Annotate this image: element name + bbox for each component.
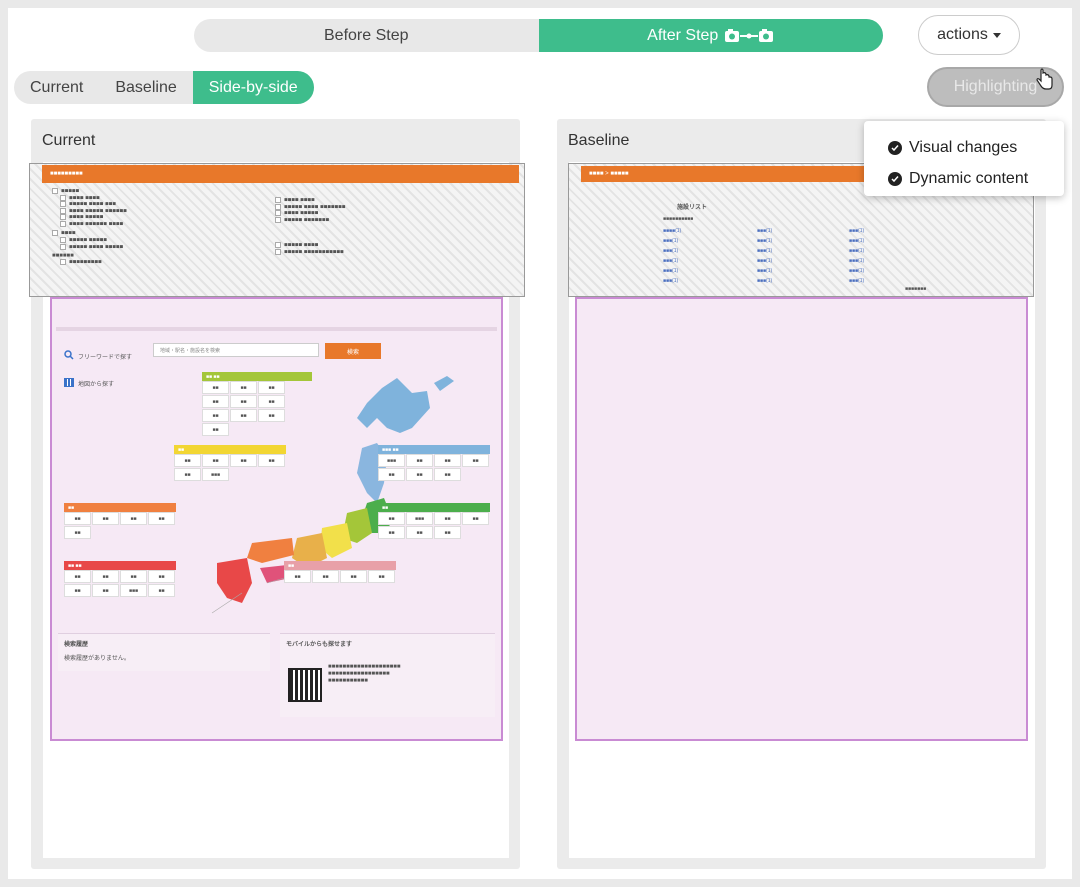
qr-code [288, 668, 322, 702]
check-circle-icon [888, 171, 902, 186]
search-icon [64, 347, 74, 365]
highlighting-menu: Visual changes Dynamic content [864, 121, 1064, 196]
region-tokai: ■■ ■■ ■■ ■■ ■■ ■■ ■■■ [174, 445, 286, 482]
region-chugoku: ■■ ■■ ■■ ■■ ■■ ■■ [64, 503, 176, 540]
link-column-3: ■■■(1) ■■■(1) ■■■(1) ■■■(1) ■■■(1) ■■■(1) [849, 228, 865, 284]
search-conditions-bar: ■■■■■■■■■ [42, 165, 519, 183]
region-kanto: ■■ ■■ ■■■ ■■ ■■ ■■ ■■ ■■ [378, 503, 490, 540]
dynamic-content-region: ■■■■■■■■■ ■■■■■ ■■■■ ■■■■ ■■■■■ ■■■■ ■■■… [29, 163, 525, 297]
menu-item-visual-changes[interactable]: Visual changes [888, 132, 1064, 163]
search-input[interactable]: 地域・駅名・施設名を検索 [153, 343, 319, 357]
visual-change-region [575, 297, 1028, 741]
mobile-box: モバイルからも探せます ■■■■■■■■■■■■■■■■■■■■ ■■■■■■■■… [280, 633, 495, 717]
before-step-tab[interactable]: Before Step [194, 19, 539, 52]
current-screenshot[interactable]: ■■■■■■■■■ ■■■■■ ■■■■ ■■■■ ■■■■■ ■■■■ ■■■… [29, 162, 525, 858]
region-kyushu: ■■ ■■ ■■ ■■ ■■ ■■ ■■ ■■ ■■■ ■■ [64, 561, 176, 598]
caret-down-icon [992, 32, 1001, 38]
region-hokuriku: ■■ ■■ ■■ ■■ ■■ ■■ ■■ ■■ ■■ ■■ ■■ ■■ [202, 372, 312, 437]
checkbox-list-right: ■■■■ ■■■■ ■■■■■ ■■■■ ■■■■■■■ ■■■■ ■■■■■ … [275, 197, 475, 255]
panel-title-current: Current [42, 132, 96, 149]
camera-compare-icon [724, 28, 774, 44]
checkbox-list-left: ■■■■■ ■■■■ ■■■■ ■■■■■ ■■■■ ■■■ ■■■■ ■■■■… [52, 188, 127, 266]
actions-button[interactable]: actions [918, 15, 1020, 55]
search-history-box: 検索履歴 検索履歴がありません。 [58, 633, 270, 671]
check-circle-icon [888, 140, 902, 155]
panel-title-baseline: Baseline [568, 132, 630, 149]
after-step-tab[interactable]: After Step [538, 19, 883, 52]
view-tab-baseline[interactable]: Baseline [99, 71, 192, 104]
baseline-panel: Baseline ■■■■ > ■■■■■ 施設リスト ■■■■■■■■■■ ■… [557, 119, 1046, 869]
region-shikoku: ■■ ■■ ■■ ■■ ■■ [284, 561, 396, 584]
map-icon [64, 374, 74, 392]
search-row: フリーワードで探す [64, 347, 132, 365]
menu-item-dynamic-content[interactable]: Dynamic content [888, 163, 1064, 194]
link-column-2: ■■■(1) ■■■(1) ■■■(1) ■■■(1) ■■■(1) ■■■(1) [757, 228, 773, 284]
view-tab-side-by-side[interactable]: Side-by-side [192, 71, 314, 104]
baseline-screenshot[interactable]: ■■■■ > ■■■■■ 施設リスト ■■■■■■■■■■ ■■■■(1) ■■■… [568, 162, 1035, 858]
view-tab-current[interactable]: Current [14, 71, 99, 104]
step-toggle: Before Step After Step [194, 19, 883, 52]
view-toggle: Current Baseline Side-by-side [14, 71, 314, 104]
map-search-label: 地図から探す [64, 374, 114, 392]
link-column-1: ■■■■(1) ■■■(1) ■■■(1) ■■■(1) ■■■(1) ■■■(1) [663, 228, 682, 284]
current-panel: Current ■■■■■■■■■ ■■■■■ ■■■■ ■■■■ ■■■■■ … [29, 119, 525, 869]
hand-cursor-icon [1035, 68, 1055, 97]
visual-change-region: フリーワードで探す 地域・駅名・施設名を検索 検索 地図から探す ■■ ■■ ■… [50, 297, 503, 741]
region-hokkaido-tohoku: ■■■ ■■ ■■■ ■■ ■■ ■■ ■■ ■■ ■■ [378, 445, 490, 482]
search-button[interactable]: 検索 [325, 343, 381, 359]
